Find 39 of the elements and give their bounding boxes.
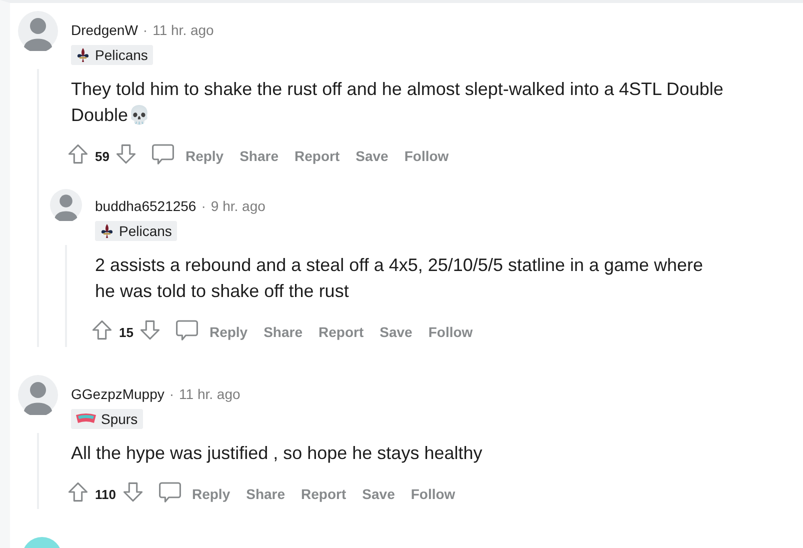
timestamp: 9 hr. ago [210, 197, 266, 215]
comment-text: They told him to shake the rust off and he almost slept-walked into a 4STL Double Double💀 [71, 78, 724, 127]
action-button[interactable]: Share [240, 482, 292, 506]
action-button[interactable]: Share [258, 320, 309, 344]
separator-dot: · [201, 197, 206, 215]
action-button[interactable]: Save [350, 144, 394, 168]
username[interactable]: buddha6521256 [95, 197, 196, 215]
flair-tag: Pelicans [95, 221, 177, 241]
avatar-icon [18, 375, 58, 415]
action-button[interactable]: Share [234, 144, 285, 168]
separator-dot: · [142, 21, 148, 39]
action-button[interactable]: Follow [404, 482, 462, 506]
username[interactable]: DredgenW [71, 21, 138, 39]
timestamp: 11 hr. ago [179, 385, 240, 403]
action-button[interactable]: Report [295, 482, 352, 506]
separator-dot: · [169, 385, 174, 403]
avatar-icon [50, 189, 82, 221]
avatar-icon [18, 11, 58, 51]
team-logo-icon [99, 223, 115, 239]
flair-tag: Spurs [71, 409, 143, 429]
action-button[interactable]: Reply [186, 482, 236, 506]
action-button[interactable]: Report [312, 320, 370, 344]
team-logo-icon [75, 412, 97, 426]
username[interactable]: GGezpzMuppy [71, 385, 164, 403]
flair-tag: Pelicans [71, 45, 153, 65]
team-logo-icon [75, 47, 91, 63]
action-button[interactable]: Reply [179, 144, 230, 168]
action-button[interactable]: Report [288, 144, 346, 168]
action-button[interactable]: Save [356, 482, 401, 506]
vote-count: 15 [119, 324, 134, 340]
comment-text: All the hype was justified , so hope he stays healthy [71, 442, 484, 465]
action-button[interactable]: Follow [422, 320, 479, 344]
timestamp: 11 hr. ago [152, 21, 214, 39]
vote-count: 59 [95, 148, 110, 164]
action-button[interactable]: Reply [203, 320, 254, 344]
action-button[interactable]: Follow [398, 144, 455, 168]
action-button[interactable]: Save [374, 320, 418, 344]
vote-count: 110 [95, 486, 116, 502]
comment-text: 2 assists a rebound and a steal off a 4x5, 25/10/5/5 statline in a game where he was told to shake off the rust [95, 254, 704, 303]
